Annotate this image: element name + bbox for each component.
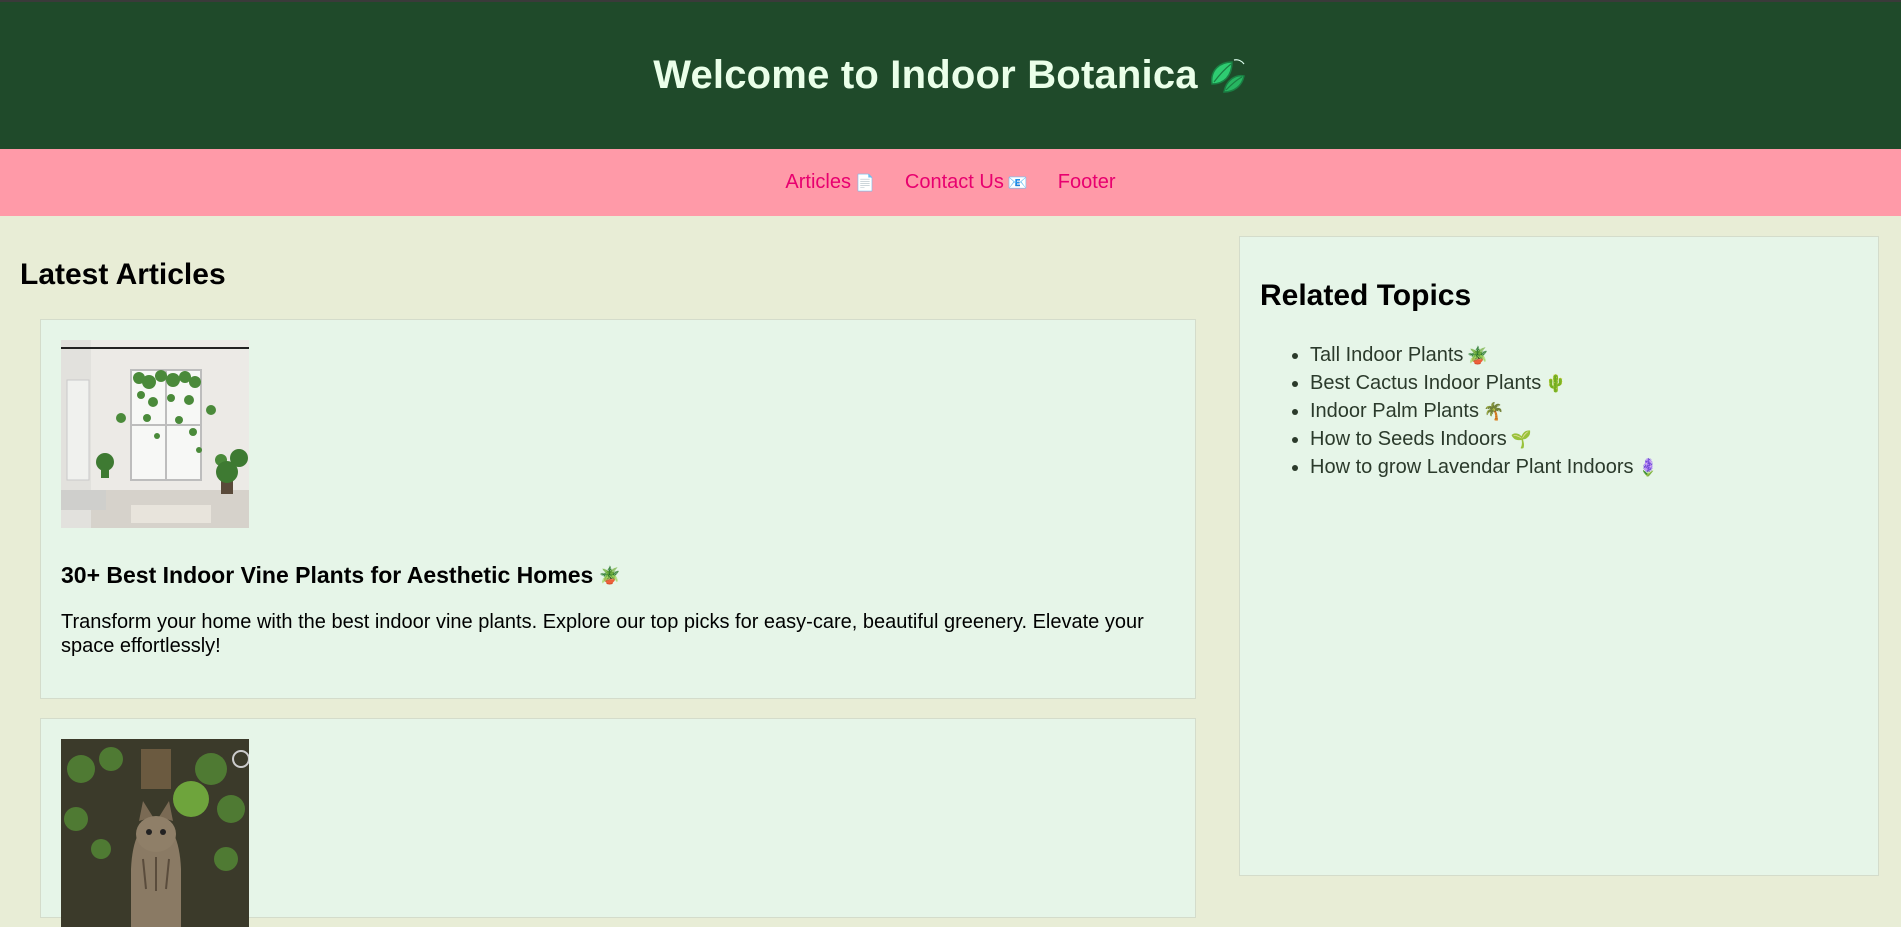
cactus-icon: 🌵 <box>1545 374 1567 394</box>
cat-with-plants-photo <box>61 739 249 927</box>
document-icon: 📄 <box>854 173 875 192</box>
article-title[interactable]: 30+ Best Indoor Vine Plants for Aestheti… <box>61 562 621 589</box>
site-title-text: Welcome to Indoor Botanica <box>653 53 1198 97</box>
site-header: Welcome to Indoor Botanica <box>0 2 1901 149</box>
nav-link-label: Footer <box>1057 171 1116 193</box>
topic-link-seeds-indoors[interactable]: How to Seeds Indoors 🌱 <box>1310 428 1532 450</box>
topic-link-lavendar[interactable]: How to grow Lavendar Plant Indoors 🪻 <box>1310 456 1659 478</box>
article-image[interactable] <box>61 340 249 528</box>
article-card: 30+ Best Indoor Vine Plants for Aestheti… <box>40 319 1196 699</box>
seedling-icon: 🌱 <box>1510 430 1532 450</box>
list-item: Indoor Palm Plants🌴 <box>1310 398 1659 426</box>
topic-link-tall-indoor-plants[interactable]: Tall Indoor Plants 🪴 <box>1310 344 1489 366</box>
topic-link-indoor-palm[interactable]: Indoor Palm Plants 🌴 <box>1310 400 1504 422</box>
leaf-icon <box>1210 58 1245 93</box>
nav-link-contact-us[interactable]: Contact Us 📧 <box>905 171 1028 194</box>
nav-link-footer[interactable]: Footer <box>1058 171 1116 194</box>
list-item: How to Seeds Indoors🌱 <box>1310 426 1659 454</box>
list-item: Tall Indoor Plants🪴 <box>1310 342 1659 370</box>
site-nav: Articles 📄 Contact Us 📧 Footer <box>0 149 1901 216</box>
topic-label: Tall Indoor Plants <box>1310 344 1464 366</box>
topic-label: How to Seeds Indoors <box>1310 428 1507 450</box>
topic-label: How to grow Lavendar Plant Indoors <box>1310 456 1634 478</box>
related-topics-sidebar: Related Topics Tall Indoor Plants🪴 Best … <box>1239 236 1879 876</box>
hanging-vine-plants-photo <box>61 340 249 528</box>
article-card <box>40 718 1196 927</box>
related-topics-list: Tall Indoor Plants🪴 Best Cactus Indoor P… <box>1290 342 1659 482</box>
envelope-icon: 📧 <box>1007 173 1028 192</box>
article-title-text: 30+ Best Indoor Vine Plants for Aestheti… <box>61 562 594 588</box>
topic-label: Indoor Palm Plants <box>1310 400 1479 422</box>
nav-link-label: Contact Us <box>904 171 1004 193</box>
topic-label: Best Cactus Indoor Plants <box>1310 372 1542 394</box>
site-title: Welcome to Indoor Botanica <box>653 53 1248 98</box>
list-item: Best Cactus Indoor Plants🌵 <box>1310 370 1659 398</box>
related-topics-heading: Related Topics <box>1260 279 1472 312</box>
palm-tree-icon: 🌴 <box>1482 402 1505 422</box>
main-content: Latest Articles 30+ Best Indoor Vine Pla… <box>0 216 1220 927</box>
potted-plant-icon: 🪴 <box>599 565 621 586</box>
article-image[interactable] <box>61 739 249 927</box>
list-item: How to grow Lavendar Plant Indoors🪻 <box>1310 454 1659 482</box>
potted-plant-icon: 🪴 <box>1467 346 1489 366</box>
article-description: Transform your home with the best indoor… <box>61 611 1144 657</box>
latest-articles-heading: Latest Articles <box>20 258 226 291</box>
nav-link-articles[interactable]: Articles 📄 <box>785 171 875 194</box>
nav-link-label: Articles <box>785 171 851 193</box>
topic-link-best-cactus[interactable]: Best Cactus Indoor Plants 🌵 <box>1310 372 1566 394</box>
hyacinth-icon: 🪻 <box>1637 458 1659 478</box>
